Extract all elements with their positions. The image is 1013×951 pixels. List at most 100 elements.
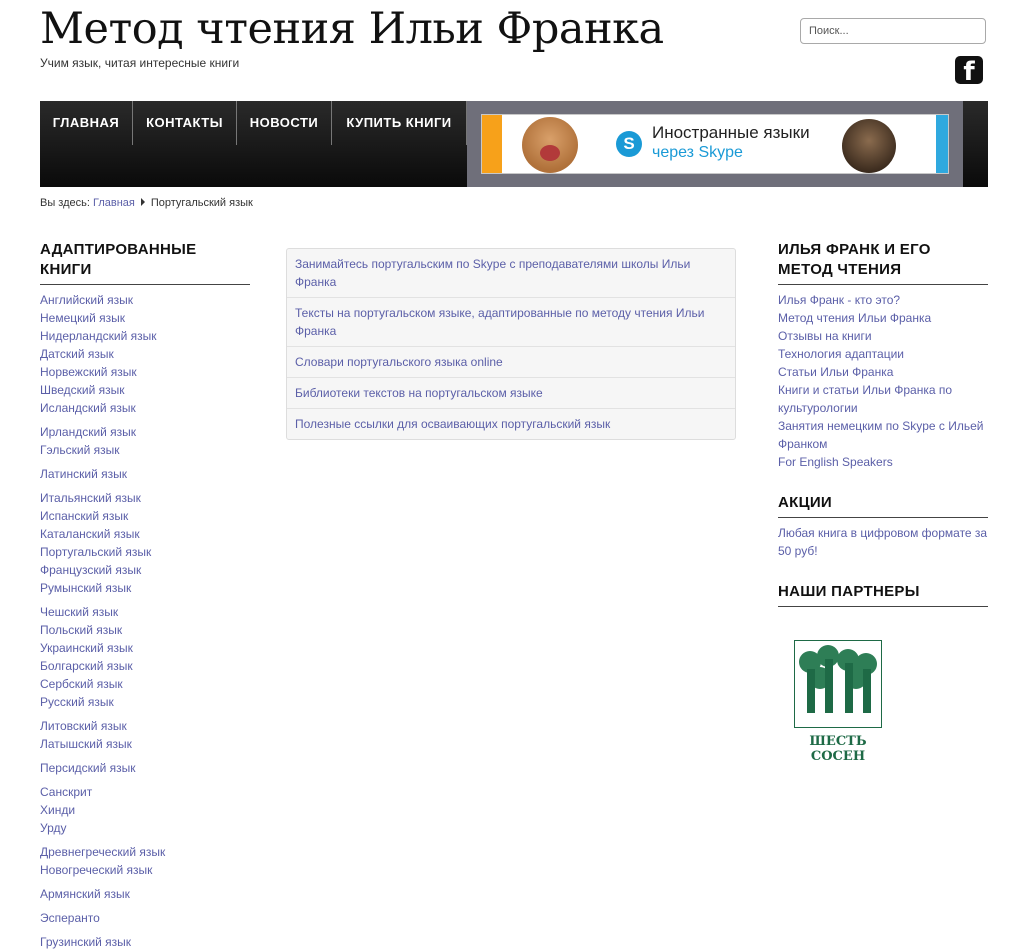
skype-banner[interactable]: S Иностранные языки через Skype bbox=[481, 114, 949, 174]
dog-with-headphones-image bbox=[522, 117, 578, 173]
list-item: Грузинский язык bbox=[40, 933, 250, 951]
list-item: Болгарский язык bbox=[40, 657, 250, 675]
language-link[interactable]: Нидерландский язык bbox=[40, 329, 156, 343]
list-item: Занятия немецким по Skype с Ильей Франко… bbox=[778, 417, 988, 453]
list-item: Библиотеки текстов на португальском язык… bbox=[287, 378, 735, 409]
nav-item-contacts[interactable]: КОНТАКТЫ bbox=[133, 101, 237, 145]
list-item: Латышский язык bbox=[40, 735, 250, 753]
sidebar-link[interactable]: Статьи Ильи Франка bbox=[778, 365, 893, 379]
promo-links: Любая книга в цифровом формате за 50 руб… bbox=[778, 524, 988, 560]
language-link[interactable]: Эсперанто bbox=[40, 911, 100, 925]
language-link[interactable]: Болгарский язык bbox=[40, 659, 133, 673]
nav-item-home[interactable]: ГЛАВНАЯ bbox=[40, 101, 133, 145]
language-link[interactable]: Персидский язык bbox=[40, 761, 136, 775]
language-link[interactable]: Чешский язык bbox=[40, 605, 118, 619]
language-link[interactable]: Французский язык bbox=[40, 563, 141, 577]
breadcrumb-home-link[interactable]: Главная bbox=[93, 197, 135, 209]
list-item: Украинский язык bbox=[40, 639, 250, 657]
banner-frame: S Иностранные языки через Skype bbox=[467, 101, 963, 187]
partner-logo-shest-sosen[interactable]: ШЕСТЬ СОСЕН bbox=[782, 640, 894, 764]
list-item: Эсперанто bbox=[40, 909, 250, 927]
sidebar-link[interactable]: Любая книга в цифровом формате за 50 руб… bbox=[778, 526, 987, 558]
language-link[interactable]: Русский язык bbox=[40, 695, 114, 709]
facebook-icon[interactable]: f bbox=[955, 56, 983, 87]
sidebar-link[interactable]: Занятия немецким по Skype с Ильей Франко… bbox=[778, 419, 984, 451]
list-item: Персидский язык bbox=[40, 759, 250, 777]
list-item: Метод чтения Ильи Франка bbox=[778, 309, 988, 327]
partners-block: НАШИ ПАРТНЕРЫ bbox=[778, 582, 988, 607]
language-link[interactable]: Исландский язык bbox=[40, 401, 136, 415]
search-input[interactable] bbox=[800, 18, 986, 44]
list-item: Занимайтесь португальским по Skype с пре… bbox=[287, 249, 735, 298]
language-link[interactable]: Древнегреческий язык bbox=[40, 845, 165, 859]
list-item: Санскрит bbox=[40, 783, 250, 801]
nav-item-buy-books[interactable]: КУПИТЬ КНИГИ bbox=[332, 101, 467, 145]
sidebar-link[interactable]: Отзывы на книги bbox=[778, 329, 872, 343]
language-link[interactable]: Шведский язык bbox=[40, 383, 125, 397]
sidebar-link[interactable]: Технология адаптации bbox=[778, 347, 904, 361]
language-link[interactable]: Урду bbox=[40, 821, 66, 835]
content-link[interactable]: Занимайтесь португальским по Skype с пре… bbox=[295, 257, 690, 289]
list-item: For English Speakers bbox=[778, 453, 988, 471]
list-item: Древнегреческий язык bbox=[40, 843, 250, 861]
partner-name: ШЕСТЬ СОСЕН bbox=[809, 734, 867, 764]
language-link[interactable]: Хинди bbox=[40, 803, 75, 817]
nav-label: КУПИТЬ КНИГИ bbox=[346, 115, 452, 130]
language-link[interactable]: Английский язык bbox=[40, 293, 133, 307]
content-link[interactable]: Тексты на португальском языке, адаптиров… bbox=[295, 306, 704, 338]
language-link[interactable]: Армянский язык bbox=[40, 887, 130, 901]
language-link[interactable]: Португальский язык bbox=[40, 545, 151, 559]
content-link[interactable]: Полезные ссылки для осваивающих португал… bbox=[295, 417, 610, 431]
language-link[interactable]: Норвежский язык bbox=[40, 365, 137, 379]
list-item: Французский язык bbox=[40, 561, 250, 579]
sidebar-link[interactable]: Метод чтения Ильи Франка bbox=[778, 311, 931, 325]
language-link[interactable]: Грузинский язык bbox=[40, 935, 131, 949]
language-link[interactable]: Итальянский язык bbox=[40, 491, 141, 505]
nav-label: ГЛАВНАЯ bbox=[52, 115, 120, 130]
list-item: Илья Франк - кто это? bbox=[778, 291, 988, 309]
list-item: Латинский язык bbox=[40, 465, 250, 483]
language-link[interactable]: Новогреческий язык bbox=[40, 863, 152, 877]
list-item: Статьи Ильи Франка bbox=[778, 363, 988, 381]
sidebar-link[interactable]: Илья Франк - кто это? bbox=[778, 293, 900, 307]
list-item: Исландский язык bbox=[40, 399, 250, 417]
list-item: Датский язык bbox=[40, 345, 250, 363]
nav-label: КОНТАКТЫ bbox=[146, 115, 223, 130]
right-sidebar: ИЛЬЯ ФРАНК И ЕГО МЕТОД ЧТЕНИЯ Илья Франк… bbox=[778, 240, 988, 629]
language-link[interactable]: Литовский язык bbox=[40, 719, 127, 733]
language-link[interactable]: Каталанский язык bbox=[40, 527, 140, 541]
nav-item-news[interactable]: НОВОСТИ bbox=[237, 101, 332, 145]
language-link[interactable]: Румынский язык bbox=[40, 581, 131, 595]
nav-label: НОВОСТИ bbox=[249, 115, 319, 130]
breadcrumb-current: Португальский язык bbox=[150, 197, 253, 209]
list-item: Немецкий язык bbox=[40, 309, 250, 327]
content-link[interactable]: Библиотеки текстов на португальском язык… bbox=[295, 386, 543, 400]
language-link[interactable]: Украинский язык bbox=[40, 641, 133, 655]
language-link[interactable]: Сербский язык bbox=[40, 677, 123, 691]
language-link[interactable]: Латинский язык bbox=[40, 467, 127, 481]
list-item: Чешский язык bbox=[40, 603, 250, 621]
list-item: Английский язык bbox=[40, 291, 250, 309]
language-link[interactable]: Польский язык bbox=[40, 623, 122, 637]
list-item: Армянский язык bbox=[40, 885, 250, 903]
list-item: Русский язык bbox=[40, 693, 250, 711]
content-link[interactable]: Словари португальского языка online bbox=[295, 355, 503, 369]
list-item: Книги и статьи Ильи Франка по культуроло… bbox=[778, 381, 988, 417]
skype-icon: S bbox=[616, 131, 642, 157]
site-title[interactable]: Метод чтения Ильи Франка bbox=[40, 4, 664, 54]
language-link[interactable]: Латышский язык bbox=[40, 737, 132, 751]
language-link[interactable]: Немецкий язык bbox=[40, 311, 125, 325]
breadcrumb-prefix: Вы здесь: bbox=[40, 197, 90, 209]
list-item: Португальский язык bbox=[40, 543, 250, 561]
language-link[interactable]: Датский язык bbox=[40, 347, 114, 361]
language-link[interactable]: Гэльский язык bbox=[40, 443, 119, 457]
sidebar-link[interactable]: Книги и статьи Ильи Франка по культуроло… bbox=[778, 383, 952, 415]
list-item: Шведский язык bbox=[40, 381, 250, 399]
left-sidebar: АДАПТИРОВАННЫЕ КНИГИ Английский язык Неме… bbox=[40, 240, 250, 951]
language-link[interactable]: Санскрит bbox=[40, 785, 92, 799]
language-link[interactable]: Испанский язык bbox=[40, 509, 128, 523]
sidebar-link[interactable]: For English Speakers bbox=[778, 455, 893, 469]
language-link[interactable]: Ирландский язык bbox=[40, 425, 136, 439]
list-item: Новогреческий язык bbox=[40, 861, 250, 879]
about-links: Илья Франк - кто это? Метод чтения Ильи Ф… bbox=[778, 291, 988, 471]
